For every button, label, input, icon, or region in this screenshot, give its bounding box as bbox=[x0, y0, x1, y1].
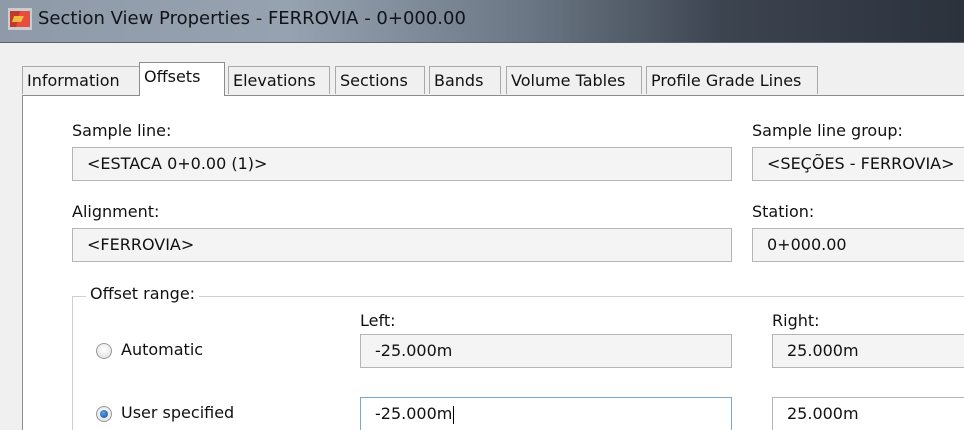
civil3d-app-icon bbox=[8, 8, 32, 30]
automatic-radio[interactable] bbox=[96, 343, 112, 359]
tab-bands-label: Bands bbox=[434, 71, 484, 90]
section-view-properties-dialog: Section View Properties - FERROVIA - 0+0… bbox=[0, 0, 964, 430]
tab-volume-tables-label: Volume Tables bbox=[511, 71, 626, 90]
sample-line-group-label: Sample line group: bbox=[752, 121, 903, 140]
offset-right-label: Right: bbox=[772, 311, 820, 330]
title-bar[interactable]: Section View Properties - FERROVIA - 0+0… bbox=[0, 0, 964, 43]
user-specified-radio[interactable] bbox=[96, 406, 112, 422]
window-title: Section View Properties - FERROVIA - 0+0… bbox=[38, 8, 466, 29]
tab-information-label: Information bbox=[27, 71, 120, 90]
automatic-left-offset-field: -25.000m bbox=[360, 334, 732, 368]
user-specified-radio-label[interactable]: User specified bbox=[121, 403, 234, 422]
text-caret bbox=[453, 405, 455, 424]
tab-sections-label: Sections bbox=[340, 71, 408, 90]
alignment-label: Alignment: bbox=[72, 202, 160, 221]
tab-sections[interactable]: Sections bbox=[335, 66, 425, 94]
automatic-right-offset-field: 25.000m bbox=[772, 334, 964, 368]
tab-profile-grade-lines[interactable]: Profile Grade Lines bbox=[646, 66, 818, 94]
offset-left-label: Left: bbox=[360, 311, 396, 330]
tab-elevations-label: Elevations bbox=[233, 71, 316, 90]
station-label: Station: bbox=[752, 202, 815, 221]
tab-volume-tables[interactable]: Volume Tables bbox=[506, 66, 642, 94]
station-field: 0+000.00 bbox=[752, 228, 964, 262]
tab-bands[interactable]: Bands bbox=[429, 66, 501, 94]
tab-elevations[interactable]: Elevations bbox=[228, 66, 330, 94]
sample-line-label: Sample line: bbox=[72, 121, 172, 140]
sample-line-group-field: <SEÇÕES - FERROVIA> bbox=[752, 147, 964, 181]
tab-profile-grade-lines-label: Profile Grade Lines bbox=[651, 71, 802, 90]
offset-range-title: Offset range: bbox=[86, 284, 200, 303]
alignment-field: <FERROVIA> bbox=[72, 228, 732, 262]
tab-offsets-label: Offsets bbox=[144, 67, 201, 86]
user-specified-left-offset-value: -25.000m bbox=[375, 404, 453, 423]
sample-line-field: <ESTACA 0+0.00 (1)> bbox=[72, 147, 732, 181]
user-specified-left-offset-input[interactable]: -25.000m bbox=[360, 397, 732, 430]
tab-information[interactable]: Information bbox=[22, 66, 140, 94]
user-specified-right-offset-input[interactable]: 25.000m bbox=[772, 397, 964, 430]
tab-offsets[interactable]: Offsets bbox=[139, 62, 225, 96]
automatic-radio-label[interactable]: Automatic bbox=[121, 340, 203, 359]
